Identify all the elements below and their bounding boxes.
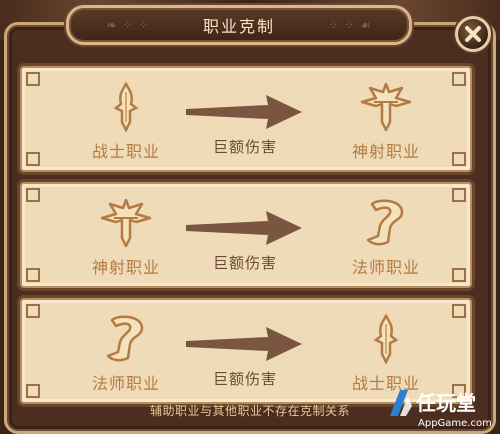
appgame-logo-icon: 任玩堂 AppGame.com [390, 390, 492, 429]
effect-label: 巨额伤害 [212, 254, 277, 272]
effect-label: 巨额伤害 [212, 370, 277, 388]
mage-scroll-icon [366, 199, 404, 246]
attacker-label: 神射职业 [91, 258, 160, 277]
sword-icon [373, 314, 399, 364]
attacker-class: 战士职业 [66, 82, 186, 166]
attacker-class: 神射职业 [66, 198, 186, 282]
dialog-title: 职业克制 [202, 17, 275, 36]
mage-scroll-icon [106, 315, 144, 362]
target-class: 神射职业 [326, 82, 446, 166]
sword-icon [113, 82, 139, 132]
close-icon [465, 26, 481, 42]
title-ornament-right: ⁘ ⁘ ☙ [328, 18, 372, 32]
arrow-right-icon [186, 327, 302, 361]
crossbow-icon [360, 82, 412, 132]
counter-row-2: 神射职业 巨额伤害 法师职业 [20, 182, 472, 288]
attacker-class: 法师职业 [66, 314, 186, 398]
target-class: 法师职业 [326, 198, 446, 282]
watermark-brand: 任玩堂 [415, 391, 476, 415]
attacker-label: 法师职业 [91, 374, 160, 393]
counter-row-1: 战士职业 巨额伤害 神射职业 [20, 66, 472, 172]
watermark-logo: 任玩堂 AppGame.com [388, 386, 500, 434]
attacker-label: 战士职业 [91, 142, 160, 161]
crossbow-icon [100, 198, 152, 248]
watermark-site: AppGame.com [418, 418, 492, 429]
arrow-right-icon [186, 95, 302, 129]
dialog-title-plate: ❧ ⁘ ⁘ 职业克制 ⁘ ⁘ ☙ [66, 5, 412, 45]
effect-label: 巨额伤害 [212, 138, 277, 156]
target-label: 法师职业 [351, 258, 420, 277]
title-ornament-left: ❧ ⁘ ⁘ [106, 18, 150, 32]
target-label: 神射职业 [351, 142, 420, 161]
arrow-right-icon [186, 211, 302, 245]
close-button[interactable] [455, 16, 491, 52]
